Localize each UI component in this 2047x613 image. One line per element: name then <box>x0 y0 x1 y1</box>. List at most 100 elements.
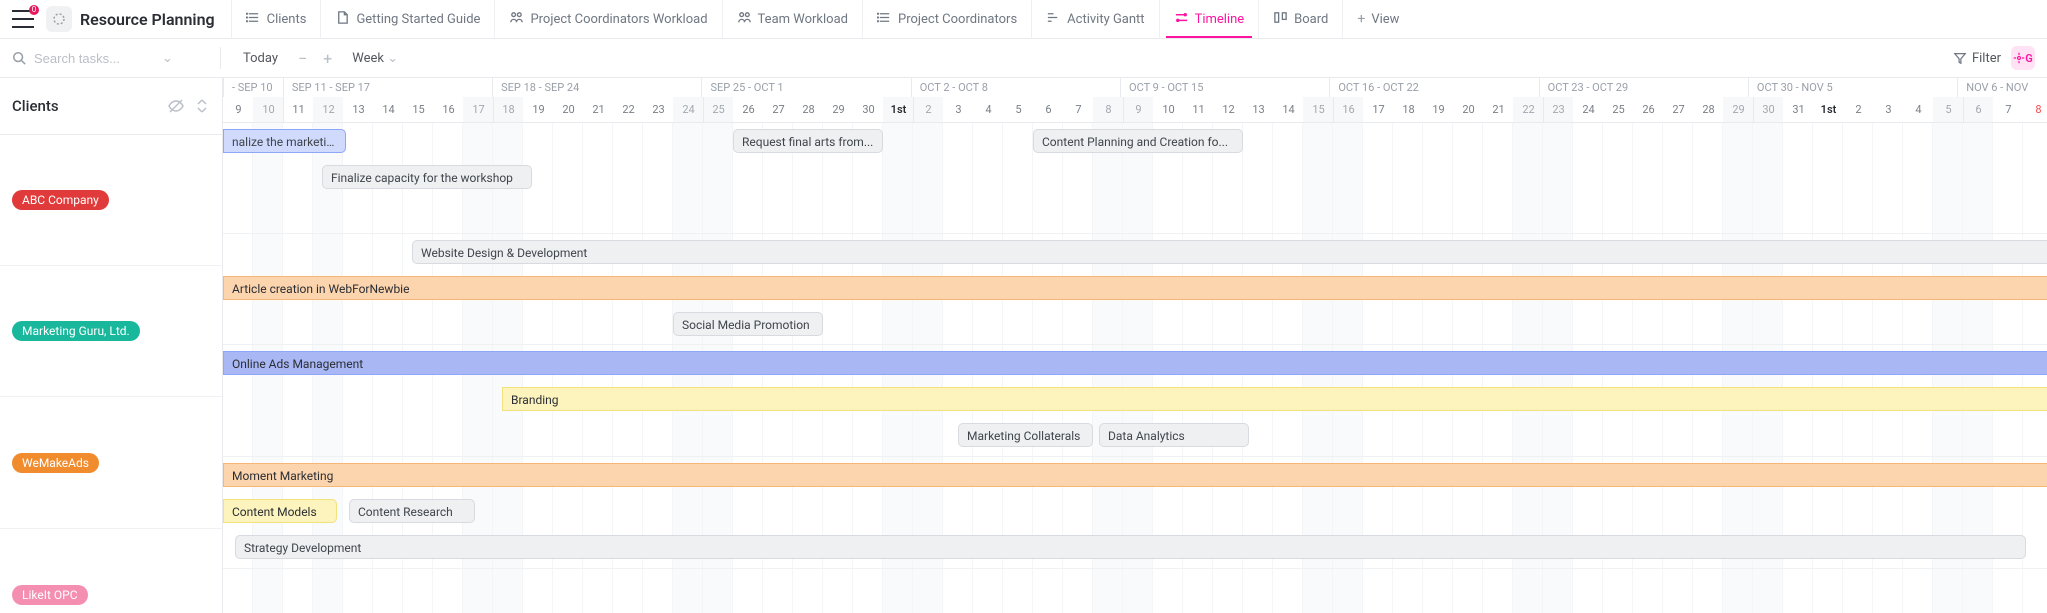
day-header: 30 <box>1753 97 1783 122</box>
task-bar[interactable]: Online Ads Management <box>223 351 2047 375</box>
day-header: 17 <box>1363 97 1393 122</box>
day-header: 3 <box>943 97 973 122</box>
day-header: 24 <box>673 97 703 122</box>
week-header: SEP 11 - SEP 17 <box>283 78 492 97</box>
task-bar[interactable]: Marketing Collaterals <box>958 423 1093 447</box>
group-tag[interactable]: WeMakeAds <box>12 453 99 473</box>
timeline-row: Website Design & Development Article crea… <box>223 234 2047 345</box>
task-bar[interactable]: Website Design & Development <box>412 240 2047 264</box>
chevron-down-icon[interactable]: ⌄ <box>162 51 173 66</box>
tab-clients[interactable]: Clients <box>231 0 321 38</box>
day-header: 19 <box>1423 97 1453 122</box>
day-header: 23 <box>1543 97 1573 122</box>
group-button[interactable]: G <box>2011 46 2035 70</box>
group-row[interactable]: Marketing Guru, Ltd. <box>0 266 222 397</box>
task-bar[interactable]: Article creation in WebForNewbie <box>223 276 2047 300</box>
day-header: 17 <box>463 97 493 122</box>
group-tag[interactable]: ABC Company <box>12 190 109 210</box>
day-header: 2 <box>1843 97 1873 122</box>
day-header: 4 <box>973 97 1003 122</box>
timeline-icon <box>1174 10 1189 29</box>
day-header: 12 <box>313 97 343 122</box>
task-bar[interactable]: Data Analytics <box>1099 423 1249 447</box>
day-header: 22 <box>613 97 643 122</box>
week-header: OCT 9 - OCT 15 <box>1120 78 1329 97</box>
day-header: 14 <box>373 97 403 122</box>
group-row[interactable]: WeMakeAds <box>0 397 222 529</box>
task-bar[interactable]: Moment Marketing <box>223 463 2047 487</box>
task-bar[interactable]: Social Media Promotion <box>673 312 823 336</box>
day-header: 13 <box>343 97 373 122</box>
tab-project-coordinators-workload[interactable]: Project Coordinators Workload <box>494 0 721 38</box>
day-header: 28 <box>1693 97 1723 122</box>
visibility-icon[interactable] <box>168 98 184 114</box>
day-header: 18 <box>493 97 523 122</box>
groups-sidebar: Clients ABC Company Marketing Guru, Ltd. W… <box>0 78 223 613</box>
day-header: 15 <box>403 97 433 122</box>
day-header: 22 <box>1513 97 1543 122</box>
day-header: 19 <box>523 97 553 122</box>
task-bar[interactable]: nalize the marketin... <box>223 129 346 153</box>
add-view-button[interactable]: +View <box>1342 0 1413 38</box>
group-row[interactable]: ABC Company <box>0 135 222 266</box>
day-header: 7 <box>1063 97 1093 122</box>
group-tag[interactable]: Marketing Guru, Ltd. <box>12 321 140 341</box>
group-tag[interactable]: LikeIt OPC <box>12 585 88 605</box>
search-input[interactable] <box>32 50 156 67</box>
menu-toggle[interactable]: 0 <box>12 10 34 28</box>
day-header: 30 <box>853 97 883 122</box>
week-header: OCT 30 - NOV 5 <box>1748 78 1957 97</box>
task-bar[interactable]: Request final arts from... <box>733 129 883 153</box>
day-header: 2 <box>913 97 943 122</box>
gantt-icon <box>1046 10 1061 29</box>
collapse-icon[interactable] <box>194 98 210 114</box>
task-bar[interactable]: Content Models <box>223 499 337 523</box>
today-button[interactable]: Today <box>235 46 286 70</box>
task-bar[interactable]: Content Planning and Creation fo... <box>1033 129 1243 153</box>
zoom-out-button[interactable]: − <box>294 46 311 70</box>
tab-team-workload[interactable]: Team Workload <box>722 0 862 38</box>
day-header: 15 <box>1303 97 1333 122</box>
page-title: Resource Planning <box>80 10 215 29</box>
week-header: SEP 25 - OCT 1 <box>701 78 910 97</box>
day-header: 16 <box>1333 97 1363 122</box>
week-header: OCT 2 - OCT 8 <box>911 78 1120 97</box>
tab-getting-started-guide[interactable]: Getting Started Guide <box>320 0 494 38</box>
timeline-area[interactable]: - SEP 10SEP 11 - SEP 17SEP 18 - SEP 24SE… <box>223 78 2047 613</box>
zoom-level[interactable]: Week ⌄ <box>344 46 406 70</box>
board-icon <box>1273 10 1288 29</box>
search-icon <box>12 51 26 65</box>
timeline-row: Moment Marketing Content Models Content Re… <box>223 457 2047 569</box>
notification-badge: 0 <box>29 5 39 15</box>
week-header: - SEP 10 <box>223 78 283 97</box>
group-row[interactable]: LikeIt OPC <box>0 529 222 613</box>
workload-icon <box>509 10 524 29</box>
space-icon[interactable] <box>46 6 72 32</box>
task-bar[interactable]: Finalize capacity for the workshop <box>322 165 532 189</box>
timeline-body[interactable]: nalize the marketin... Request final arts… <box>223 123 2047 613</box>
timeline-header: - SEP 10SEP 11 - SEP 17SEP 18 - SEP 24SE… <box>223 78 2047 123</box>
tab-activity-gantt[interactable]: Activity Gantt <box>1031 0 1158 38</box>
day-header: 10 <box>1153 97 1183 122</box>
task-bar[interactable]: Content Research <box>349 499 475 523</box>
day-header: 24 <box>1573 97 1603 122</box>
doc-icon <box>335 10 350 29</box>
day-header: 8 <box>1093 97 1123 122</box>
day-header: 6 <box>1033 97 1063 122</box>
timeline-row: nalize the marketin... Request final arts… <box>223 123 2047 234</box>
task-bar[interactable]: Branding <box>502 387 2047 411</box>
tab-timeline[interactable]: Timeline <box>1159 0 1259 38</box>
zoom-in-button[interactable]: + <box>319 46 336 70</box>
filter-icon <box>1953 51 1967 65</box>
filter-button[interactable]: Filter <box>1953 51 2001 66</box>
tab-board[interactable]: Board <box>1258 0 1342 38</box>
day-header: 25 <box>703 97 733 122</box>
week-header: OCT 23 - OCT 29 <box>1539 78 1748 97</box>
day-header: 5 <box>1933 97 1963 122</box>
day-header: 12 <box>1213 97 1243 122</box>
day-header: 9 <box>1123 97 1153 122</box>
group-field-label[interactable]: Clients <box>12 97 59 115</box>
task-bar[interactable]: Strategy Development <box>235 535 2026 559</box>
day-header: 3 <box>1873 97 1903 122</box>
tab-project-coordinators[interactable]: Project Coordinators <box>862 0 1031 38</box>
